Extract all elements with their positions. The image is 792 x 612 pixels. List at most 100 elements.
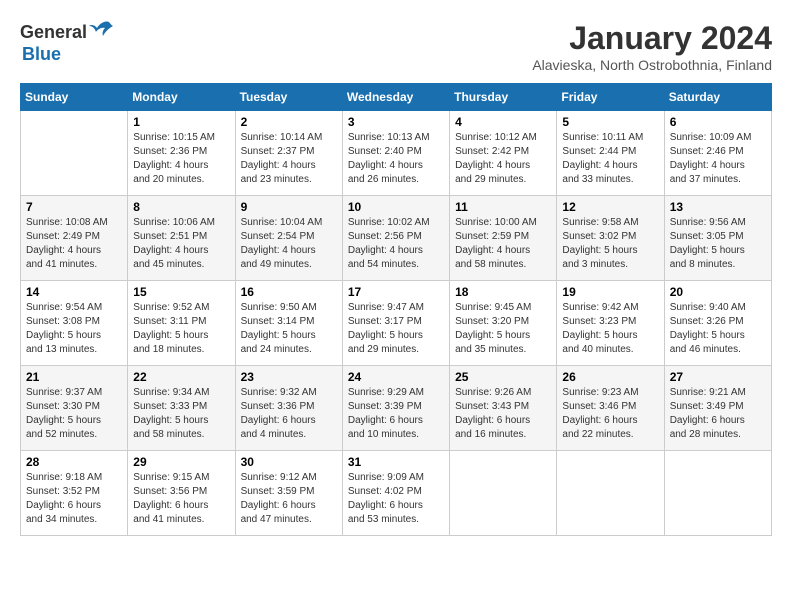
calendar-header-row: SundayMondayTuesdayWednesdayThursdayFrid… (21, 84, 772, 111)
calendar-cell: 15Sunrise: 9:52 AMSunset: 3:11 PMDayligh… (128, 281, 235, 366)
day-info: Sunrise: 10:08 AMSunset: 2:49 PMDaylight… (26, 216, 122, 272)
day-info: Sunrise: 9:32 AMSunset: 3:36 PMDaylight:… (241, 386, 337, 442)
day-info: Sunrise: 10:06 AMSunset: 2:51 PMDaylight… (133, 216, 229, 272)
day-of-week-header: Sunday (21, 84, 128, 111)
day-info: Sunrise: 9:45 AMSunset: 3:20 PMDaylight:… (455, 301, 551, 357)
day-number: 7 (26, 200, 122, 214)
calendar-cell: 29 Sunrise: 9:15 AMSunset: 3:56 PMDayligh… (128, 451, 235, 536)
day-number: 14 (26, 285, 122, 299)
calendar-week-row: 28 Sunrise: 9:18 AMSunset: 3:52 PMDayligh… (21, 451, 772, 536)
calendar-cell: 22 Sunrise: 9:34 AMSunset: 3:33 PMDayligh… (128, 366, 235, 451)
day-number: 10 (348, 200, 444, 214)
calendar-cell: 1 Sunrise: 10:15 AMSunset: 2:36 PMDayligh… (128, 111, 235, 196)
calendar-cell: 25Sunrise: 9:26 AMSunset: 3:43 PMDayligh… (450, 366, 557, 451)
calendar-cell: 16 Sunrise: 9:50 AMSunset: 3:14 PMDayligh… (235, 281, 342, 366)
day-number: 5 (562, 115, 658, 129)
calendar-cell: 6 Sunrise: 10:09 AMSunset: 2:46 PMDayligh… (664, 111, 771, 196)
calendar-cell: 13Sunrise: 9:56 AMSunset: 3:05 PMDayligh… (664, 196, 771, 281)
day-number: 28 (26, 455, 122, 469)
calendar-week-row: 21 Sunrise: 9:37 AMSunset: 3:30 PMDayligh… (21, 366, 772, 451)
day-info: Sunrise: 9:26 AMSunset: 3:43 PMDaylight:… (455, 386, 551, 442)
calendar-cell: 4 Sunrise: 10:12 AMSunset: 2:42 PMDayligh… (450, 111, 557, 196)
calendar-week-row: 7 Sunrise: 10:08 AMSunset: 2:49 PMDayligh… (21, 196, 772, 281)
day-info: Sunrise: 9:50 AMSunset: 3:14 PMDaylight:… (241, 301, 337, 357)
calendar-cell (664, 451, 771, 536)
calendar-cell: 10 Sunrise: 10:02 AMSunset: 2:56 PMDaylig… (342, 196, 449, 281)
calendar-cell: 31 Sunrise: 9:09 AMSunset: 4:02 PMDayligh… (342, 451, 449, 536)
day-number: 27 (670, 370, 766, 384)
day-info: Sunrise: 9:40 AMSunset: 3:26 PMDaylight:… (670, 301, 766, 357)
day-number: 6 (670, 115, 766, 129)
day-number: 9 (241, 200, 337, 214)
day-info: Sunrise: 9:12 AMSunset: 3:59 PMDaylight:… (241, 471, 337, 527)
day-info: Sunrise: 10:02 AMSunset: 2:56 PMDaylight… (348, 216, 444, 272)
day-number: 2 (241, 115, 337, 129)
calendar-cell (21, 111, 128, 196)
day-number: 24 (348, 370, 444, 384)
day-number: 23 (241, 370, 337, 384)
day-info: Sunrise: 10:11 AMSunset: 2:44 PMDaylight… (562, 131, 658, 187)
day-number: 22 (133, 370, 229, 384)
day-number: 17 (348, 285, 444, 299)
day-number: 26 (562, 370, 658, 384)
day-number: 13 (670, 200, 766, 214)
calendar-cell: 3Sunrise: 10:13 AMSunset: 2:40 PMDayligh… (342, 111, 449, 196)
day-of-week-header: Thursday (450, 84, 557, 111)
calendar-cell: 14 Sunrise: 9:54 AMSunset: 3:08 PMDayligh… (21, 281, 128, 366)
day-of-week-header: Saturday (664, 84, 771, 111)
day-info: Sunrise: 9:37 AMSunset: 3:30 PMDaylight:… (26, 386, 122, 442)
calendar-cell: 9 Sunrise: 10:04 AMSunset: 2:54 PMDayligh… (235, 196, 342, 281)
logo-blue: Blue (22, 45, 61, 65)
day-info: Sunrise: 9:15 AMSunset: 3:56 PMDaylight:… (133, 471, 229, 527)
calendar-cell: 12Sunrise: 9:58 AMSunset: 3:02 PMDayligh… (557, 196, 664, 281)
logo: General Blue (20, 20, 113, 65)
day-info: Sunrise: 9:54 AMSunset: 3:08 PMDaylight:… (26, 301, 122, 357)
calendar-table: SundayMondayTuesdayWednesdayThursdayFrid… (20, 83, 772, 536)
day-number: 18 (455, 285, 551, 299)
day-number: 30 (241, 455, 337, 469)
day-info: Sunrise: 10:00 AMSunset: 2:59 PMDaylight… (455, 216, 551, 272)
day-number: 1 (133, 115, 229, 129)
day-info: Sunrise: 9:29 AMSunset: 3:39 PMDaylight:… (348, 386, 444, 442)
day-number: 11 (455, 200, 551, 214)
calendar-cell: 8Sunrise: 10:06 AMSunset: 2:51 PMDayligh… (128, 196, 235, 281)
day-number: 16 (241, 285, 337, 299)
calendar-cell (557, 451, 664, 536)
calendar-cell: 28 Sunrise: 9:18 AMSunset: 3:52 PMDayligh… (21, 451, 128, 536)
day-info: Sunrise: 10:04 AMSunset: 2:54 PMDaylight… (241, 216, 337, 272)
day-info: Sunrise: 9:34 AMSunset: 3:33 PMDaylight:… (133, 386, 229, 442)
day-of-week-header: Wednesday (342, 84, 449, 111)
day-info: Sunrise: 9:42 AMSunset: 3:23 PMDaylight:… (562, 301, 658, 357)
calendar-cell: 23 Sunrise: 9:32 AMSunset: 3:36 PMDayligh… (235, 366, 342, 451)
day-info: Sunrise: 9:21 AMSunset: 3:49 PMDaylight:… (670, 386, 766, 442)
day-number: 4 (455, 115, 551, 129)
day-info: Sunrise: 10:14 AMSunset: 2:37 PMDaylight… (241, 131, 337, 187)
location-subtitle: Alavieska, North Ostrobothnia, Finland (532, 57, 772, 73)
day-info: Sunrise: 10:09 AMSunset: 2:46 PMDaylight… (670, 131, 766, 187)
day-info: Sunrise: 9:47 AMSunset: 3:17 PMDaylight:… (348, 301, 444, 357)
day-number: 12 (562, 200, 658, 214)
day-info: Sunrise: 10:15 AMSunset: 2:36 PMDaylight… (133, 131, 229, 187)
calendar-cell: 7 Sunrise: 10:08 AMSunset: 2:49 PMDayligh… (21, 196, 128, 281)
logo-general: General (20, 23, 87, 43)
day-info: Sunrise: 10:12 AMSunset: 2:42 PMDaylight… (455, 131, 551, 187)
day-info: Sunrise: 10:13 AMSunset: 2:40 PMDaylight… (348, 131, 444, 187)
day-of-week-header: Tuesday (235, 84, 342, 111)
day-info: Sunrise: 9:52 AMSunset: 3:11 PMDaylight:… (133, 301, 229, 357)
day-number: 31 (348, 455, 444, 469)
day-info: Sunrise: 9:18 AMSunset: 3:52 PMDaylight:… (26, 471, 122, 527)
day-of-week-header: Friday (557, 84, 664, 111)
day-of-week-header: Monday (128, 84, 235, 111)
day-number: 19 (562, 285, 658, 299)
calendar-week-row: 14 Sunrise: 9:54 AMSunset: 3:08 PMDayligh… (21, 281, 772, 366)
calendar-cell: 18 Sunrise: 9:45 AMSunset: 3:20 PMDayligh… (450, 281, 557, 366)
day-info: Sunrise: 9:23 AMSunset: 3:46 PMDaylight:… (562, 386, 658, 442)
day-number: 29 (133, 455, 229, 469)
day-info: Sunrise: 9:09 AMSunset: 4:02 PMDaylight:… (348, 471, 444, 527)
calendar-cell: 20Sunrise: 9:40 AMSunset: 3:26 PMDayligh… (664, 281, 771, 366)
day-number: 21 (26, 370, 122, 384)
calendar-cell: 26 Sunrise: 9:23 AMSunset: 3:46 PMDayligh… (557, 366, 664, 451)
title-block: January 2024 Alavieska, North Ostrobothn… (532, 20, 772, 73)
logo-bird-icon (89, 20, 113, 45)
calendar-week-row: 1 Sunrise: 10:15 AMSunset: 2:36 PMDayligh… (21, 111, 772, 196)
